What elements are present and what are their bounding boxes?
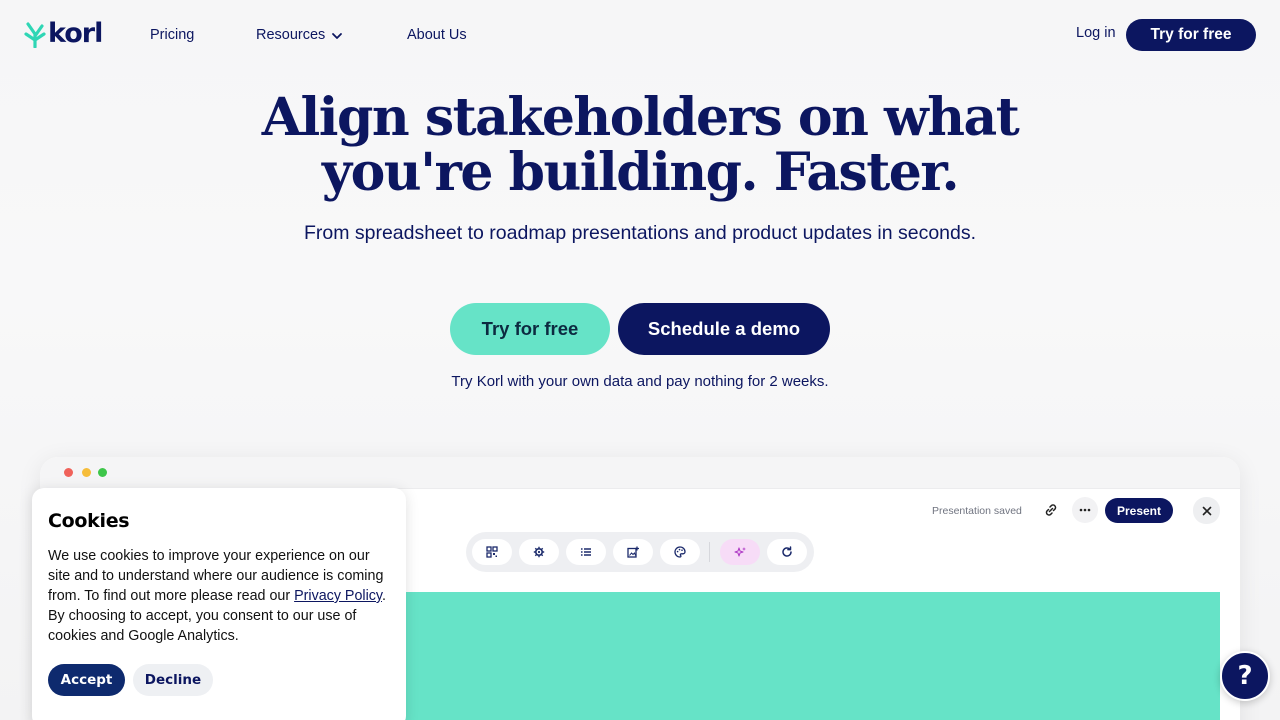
cookie-actions: Accept Decline xyxy=(48,664,213,696)
present-button[interactable]: Present xyxy=(1105,498,1173,523)
window-close-dot xyxy=(64,468,73,477)
sparkle-icon[interactable] xyxy=(720,539,760,565)
schedule-demo-button[interactable]: Schedule a demo xyxy=(618,303,830,355)
hero-title-line-1: Align stakeholders on what xyxy=(261,87,1020,148)
help-button[interactable]: ? xyxy=(1220,651,1270,701)
settings-icon[interactable] xyxy=(519,539,559,565)
nav-resources[interactable]: Resources xyxy=(256,25,343,45)
toolbar-divider xyxy=(709,542,710,562)
privacy-policy-link[interactable]: Privacy Policy xyxy=(294,588,382,604)
login-link[interactable]: Log in xyxy=(1076,25,1116,41)
cookie-text: We use cookies to improve your experienc… xyxy=(48,546,390,646)
palette-icon[interactable] xyxy=(660,539,700,565)
nav-pricing[interactable]: Pricing xyxy=(150,25,194,45)
nav-try-free-button[interactable]: Try for free xyxy=(1126,19,1256,51)
logo-text: korl xyxy=(48,18,103,49)
close-icon[interactable] xyxy=(1193,497,1220,524)
accept-cookies-button[interactable]: Accept xyxy=(48,664,125,696)
hero-subtitle: From spreadsheet to roadmap presentation… xyxy=(303,222,977,244)
save-status: Presentation saved xyxy=(932,505,1022,517)
list-icon[interactable] xyxy=(566,539,606,565)
trial-note: Try Korl with your own data and pay noth… xyxy=(451,373,829,390)
chevron-down-icon xyxy=(332,32,343,39)
more-options-icon[interactable] xyxy=(1072,497,1098,523)
nav-resources-label: Resources xyxy=(256,27,326,43)
editor-toolbar xyxy=(466,532,814,572)
refresh-icon[interactable] xyxy=(767,539,807,565)
cookie-title: Cookies xyxy=(48,510,130,532)
korl-logo-mark-icon xyxy=(24,22,46,48)
nav-about-us[interactable]: About Us xyxy=(407,25,467,45)
link-icon[interactable] xyxy=(1038,497,1064,523)
window-title-bar xyxy=(40,457,1240,489)
grid-icon[interactable] xyxy=(472,539,512,565)
add-image-icon[interactable] xyxy=(613,539,653,565)
top-nav: korl Pricing Resources About Us Log in T… xyxy=(0,0,1280,70)
try-free-button[interactable]: Try for free xyxy=(450,303,610,355)
hero-title: Align stakeholders on what you're buildi… xyxy=(240,90,1040,200)
hero-title-line-2: you're building. Faster. xyxy=(321,142,960,203)
korl-logo[interactable]: korl xyxy=(24,18,103,49)
cookie-banner: Cookies We use cookies to improve your e… xyxy=(32,488,406,720)
window-minimize-dot xyxy=(82,468,91,477)
decline-cookies-button[interactable]: Decline xyxy=(133,664,213,696)
window-maximize-dot xyxy=(98,468,107,477)
